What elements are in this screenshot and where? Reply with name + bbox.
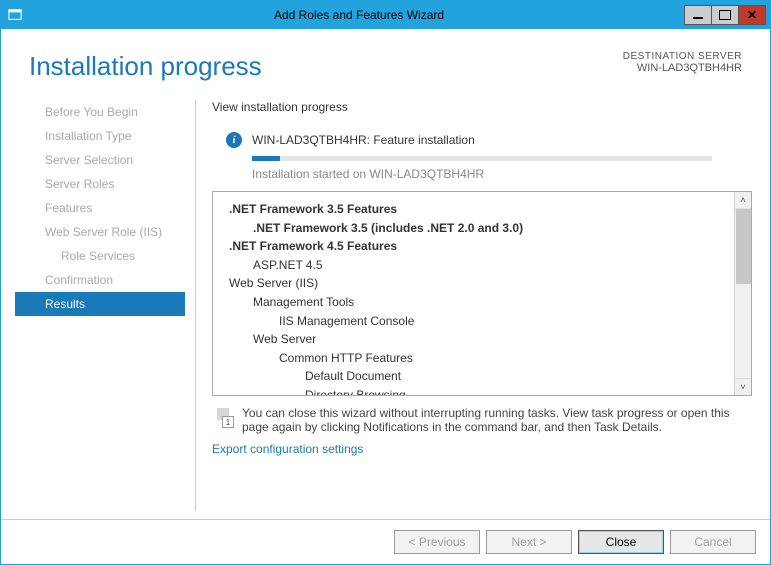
scrollbar[interactable]: ˄ ˅ [734,192,751,395]
feature-list-box: .NET Framework 3.5 Features.NET Framewor… [212,191,752,396]
page-title: Installation progress [29,51,262,82]
info-icon: i [226,132,242,148]
destination-label: DESTINATION SERVER [623,51,742,62]
scroll-down-icon[interactable]: ˅ [735,378,751,395]
step-server-selection: Server Selection [15,148,185,172]
titlebar: Add Roles and Features Wizard [1,1,770,29]
progress-bar [252,156,712,161]
step-before-you-begin: Before You Begin [15,100,185,124]
progress-fill [252,156,280,161]
step-installation-type: Installation Type [15,124,185,148]
window-title: Add Roles and Features Wizard [33,8,685,22]
step-server-roles: Server Roles [15,172,185,196]
wizard-window: Add Roles and Features Wizard Installati… [0,0,771,565]
status-text: WIN-LAD3QTBH4HR: Feature installation [252,133,475,147]
feature-item: Web Server [219,330,728,349]
export-config-link[interactable]: Export configuration settings [212,440,752,456]
scroll-up-icon[interactable]: ˄ [735,192,751,209]
feature-item: IIS Management Console [219,312,728,331]
feature-item: .NET Framework 4.5 Features [219,237,728,256]
cancel-button: Cancel [670,530,756,554]
step-role-services: Role Services [15,244,185,268]
destination-info: DESTINATION SERVER WIN-LAD3QTBH4HR [623,51,742,74]
status-row: i WIN-LAD3QTBH4HR: Feature installation [212,132,752,148]
minimize-button[interactable] [684,5,712,25]
feature-list: .NET Framework 3.5 Features.NET Framewor… [213,192,734,395]
maximize-button[interactable] [711,5,739,25]
destination-server: WIN-LAD3QTBH4HR [623,62,742,74]
feature-item: Web Server (IIS) [219,274,728,293]
header: Installation progress DESTINATION SERVER… [1,29,770,92]
step-results: Results [15,292,185,316]
note-text: You can close this wizard without interr… [242,406,750,434]
feature-item: Directory Browsing [219,386,728,395]
system-menu-icon[interactable] [1,1,29,29]
step-confirmation: Confirmation [15,268,185,292]
feature-item: Common HTTP Features [219,349,728,368]
substatus-text: Installation started on WIN-LAD3QTBH4HR [212,167,752,181]
window-controls [685,5,766,25]
feature-item: ASP.NET 4.5 [219,256,728,275]
window-close-button[interactable] [738,5,766,25]
footer-note: You can close this wizard without interr… [212,396,752,440]
step-web-server-role: Web Server Role (IIS) [15,220,185,244]
scroll-thumb[interactable] [736,209,751,284]
close-button[interactable]: Close [578,530,664,554]
button-bar: < Previous Next > Close Cancel [1,519,770,564]
feature-item: Default Document [219,367,728,386]
main-content: View installation progress i WIN-LAD3QTB… [196,92,756,519]
step-features: Features [15,196,185,220]
feature-item: Management Tools [219,293,728,312]
next-button: Next > [486,530,572,554]
wizard-steps: Before You Begin Installation Type Serve… [15,92,185,519]
feature-item: .NET Framework 3.5 (includes .NET 2.0 an… [219,219,728,238]
content-caption: View installation progress [212,100,752,114]
feature-item: .NET Framework 3.5 Features [219,200,728,219]
previous-button: < Previous [394,530,480,554]
notification-flag-icon[interactable] [214,408,232,426]
